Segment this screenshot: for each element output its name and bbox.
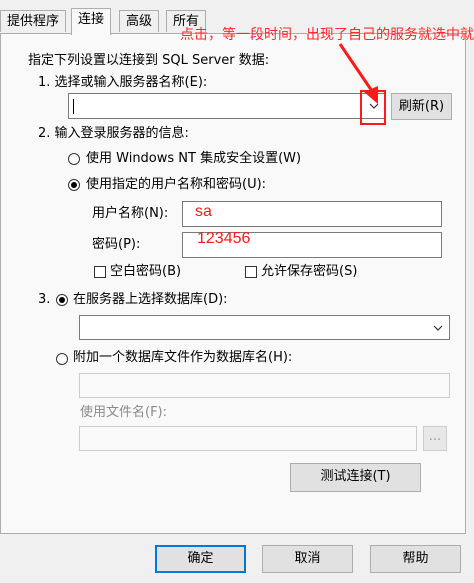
database-combobox[interactable]: [79, 315, 450, 340]
filename-field[interactable]: [79, 426, 417, 451]
step2-label: 2. 输入登录服务器的信息:: [38, 126, 189, 141]
highlight-box: [360, 90, 386, 125]
step3-label: 3.: [38, 292, 51, 307]
step1-label: 1. 选择或输入服务器名称(E):: [38, 75, 208, 90]
intro-text: 指定下列设置以连接到 SQL Server 数据:: [28, 53, 270, 68]
use-filename-label: 使用文件名(F):: [80, 405, 168, 420]
chevron-down-icon: [433, 325, 443, 331]
radio-sql-auth[interactable]: [68, 179, 80, 191]
password-field[interactable]: 123456: [182, 230, 442, 258]
blank-password-checkbox[interactable]: [94, 266, 106, 278]
radio-sql-auth-label: 使用指定的用户名称和密码(U):: [86, 177, 267, 192]
password-value: 123456: [197, 230, 251, 247]
test-connection-button[interactable]: 测试连接(T): [290, 463, 421, 492]
help-button[interactable]: 帮助: [370, 545, 461, 573]
radio-windows-auth[interactable]: [68, 153, 80, 165]
browse-button[interactable]: ...: [423, 426, 447, 451]
radio-attach-database-label: 附加一个数据库文件作为数据库名(H):: [73, 350, 293, 365]
annotation-text: 点击，等一段时间，出现了自己的服务就选中就行: [180, 27, 474, 43]
radio-select-database[interactable]: [56, 294, 68, 306]
allow-save-password-label: 允许保存密码(S): [261, 264, 358, 279]
username-field[interactable]: sa: [182, 201, 442, 227]
refresh-button[interactable]: 刷新(R): [391, 93, 452, 120]
username-label: 用户名称(N):: [92, 206, 169, 221]
radio-attach-database[interactable]: [56, 353, 68, 365]
radio-select-database-label: 在服务器上选择数据库(D):: [73, 292, 228, 307]
cancel-button[interactable]: 取消: [262, 545, 353, 573]
database-dropdown-button[interactable]: [427, 316, 449, 339]
tab-connection[interactable]: 连接: [71, 8, 112, 35]
tab-advanced[interactable]: 高级: [119, 10, 160, 32]
text-caret: [73, 99, 74, 114]
username-value: sa: [195, 203, 212, 220]
password-label: 密码(P):: [92, 237, 141, 252]
radio-windows-auth-label: 使用 Windows NT 集成安全设置(W): [86, 151, 302, 166]
attach-database-field[interactable]: [79, 373, 450, 398]
allow-save-password-checkbox[interactable]: [245, 266, 257, 278]
tab-provider[interactable]: 提供程序: [0, 10, 67, 32]
blank-password-label: 空白密码(B): [110, 264, 182, 279]
ok-button[interactable]: 确定: [155, 545, 246, 573]
